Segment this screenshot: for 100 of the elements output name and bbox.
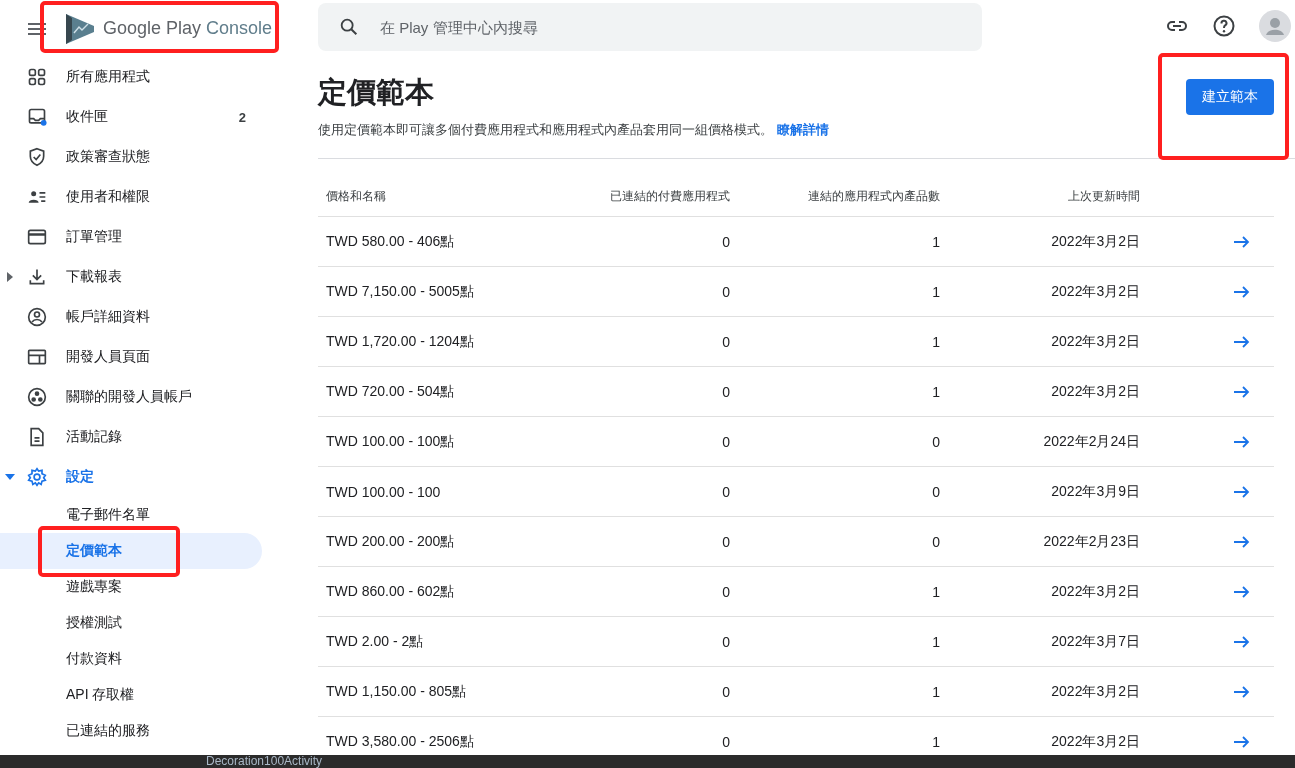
unread-count: 2 bbox=[238, 109, 246, 125]
table-cell-text: TWD 100.00 - 100點 bbox=[325, 432, 456, 451]
table-cell-text: 2022年3月9日 bbox=[1050, 482, 1140, 501]
taskbar-item[interactable]: Decoration100Activity bbox=[206, 755, 323, 768]
create-template-button[interactable]: 建立範本 bbox=[1186, 79, 1274, 115]
table-cell-text: TWD 1,720.00 - 1204點 bbox=[325, 332, 475, 351]
table-cell-text: TWD 1,150.00 - 805點 bbox=[325, 682, 468, 701]
page-title: 定價範本 bbox=[318, 75, 435, 110]
arrow-right-icon[interactable] bbox=[1234, 435, 1250, 448]
arrow-right-icon[interactable] bbox=[1234, 535, 1250, 548]
table-cell-text: TWD 3,580.00 - 2506點 bbox=[325, 732, 475, 751]
nav-subitem[interactable]: 電子郵件名單 bbox=[0, 497, 262, 533]
table-cell-text: 1 bbox=[931, 733, 940, 750]
arrow-right-icon[interactable] bbox=[1234, 335, 1250, 348]
nav-item[interactable]: 下載報表 bbox=[0, 257, 262, 297]
linked-circles-icon bbox=[27, 387, 47, 407]
shield-check-icon bbox=[27, 147, 47, 167]
table-cell-text: 0 bbox=[721, 633, 730, 650]
arrow-right-icon[interactable] bbox=[1234, 585, 1250, 598]
table-cell-text: 2022年3月2日 bbox=[1050, 232, 1140, 251]
column-header: 價格和名稱 bbox=[325, 188, 387, 205]
table-cell-text: 0 bbox=[721, 433, 730, 450]
avatar-icon[interactable] bbox=[1259, 10, 1291, 42]
page-description: 使用定價範本即可讓多個付費應用程式和應用程式內產品套用同一組價格模式。 bbox=[318, 122, 773, 137]
table-cell-text: TWD 720.00 - 504點 bbox=[325, 382, 456, 401]
table-cell-text: TWD 580.00 - 406點 bbox=[325, 232, 456, 251]
table-cell-text: 1 bbox=[931, 283, 940, 300]
table-cell-text: 0 bbox=[721, 533, 730, 550]
table-cell-text: 1 bbox=[931, 383, 940, 400]
table-cell-text: 1 bbox=[931, 633, 940, 650]
nav-item[interactable]: 開發人員頁面 bbox=[0, 337, 262, 377]
table-cell-text: TWD 100.00 - 100 bbox=[325, 483, 442, 500]
arrow-right-icon[interactable] bbox=[1234, 735, 1250, 748]
nav-item[interactable]: 收件匣 2 bbox=[0, 97, 262, 137]
table-cell-text: 2022年3月2日 bbox=[1050, 282, 1140, 301]
arrow-right-icon[interactable] bbox=[1234, 285, 1250, 298]
table-cell-text: 2022年3月2日 bbox=[1050, 732, 1140, 751]
nav-item[interactable]: 活動記錄 bbox=[0, 417, 262, 457]
arrow-right-icon[interactable] bbox=[1234, 235, 1250, 248]
help-icon[interactable] bbox=[1212, 14, 1236, 38]
search-icon bbox=[338, 16, 360, 38]
arrow-right-icon[interactable] bbox=[1234, 485, 1250, 498]
learn-more-link[interactable]: 瞭解詳情 bbox=[776, 122, 829, 137]
column-header: 連結的應用程式內產品數 bbox=[807, 188, 940, 205]
logo-icon bbox=[66, 13, 94, 44]
table-cell-text: TWD 200.00 - 200點 bbox=[325, 532, 456, 551]
nav-item[interactable]: 所有應用程式 bbox=[0, 57, 262, 97]
nav-subitem[interactable]: 付款資料 bbox=[0, 641, 262, 677]
nav-item[interactable]: 使用者和權限 bbox=[0, 177, 262, 217]
table-cell-text: 0 bbox=[721, 583, 730, 600]
nav-subitem[interactable]: 授權測試 bbox=[0, 605, 262, 641]
web-page-icon bbox=[27, 347, 47, 367]
nav-subitem[interactable]: API 存取權 bbox=[0, 677, 262, 713]
nav-item[interactable]: 訂單管理 bbox=[0, 217, 262, 257]
menu-icon[interactable] bbox=[28, 22, 46, 35]
table-cell-text: 0 bbox=[721, 733, 730, 750]
table-cell-text: 2022年3月2日 bbox=[1050, 332, 1140, 351]
table-cell-text: 0 bbox=[721, 233, 730, 250]
table-cell-text: 2022年3月7日 bbox=[1050, 632, 1140, 651]
inbox-icon bbox=[27, 107, 47, 127]
arrow-right-icon[interactable] bbox=[1234, 385, 1250, 398]
column-header: 上次更新時間 bbox=[1067, 188, 1140, 205]
nav-item[interactable]: 關聯的開發人員帳戶 bbox=[0, 377, 262, 417]
table-cell-text: 0 bbox=[931, 533, 940, 550]
download-icon bbox=[27, 267, 47, 287]
document-icon bbox=[27, 427, 47, 447]
table-cell-text: 0 bbox=[721, 383, 730, 400]
nav-item[interactable]: 設定 bbox=[0, 457, 262, 497]
table-cell-text: 1 bbox=[931, 233, 940, 250]
credit-card-icon bbox=[27, 227, 47, 247]
nav-subitem[interactable]: 已連結的服務 bbox=[0, 713, 262, 749]
logo-text: Google Play Console bbox=[103, 18, 273, 39]
caret-icon[interactable] bbox=[4, 474, 15, 480]
table-cell-text: 2022年2月24日 bbox=[1042, 432, 1140, 451]
nav-item[interactable]: 帳戶詳細資料 bbox=[0, 297, 262, 337]
arrow-right-icon[interactable] bbox=[1234, 685, 1250, 698]
table-cell-text: 0 bbox=[931, 433, 940, 450]
table-cell-text: 2022年2月23日 bbox=[1042, 532, 1140, 551]
table-cell-text: 0 bbox=[721, 683, 730, 700]
table-cell-text: TWD 7,150.00 - 5005點 bbox=[325, 282, 475, 301]
table-cell-text: 0 bbox=[721, 333, 730, 350]
table-cell-text: 0 bbox=[721, 283, 730, 300]
table-cell-text: 2022年3月2日 bbox=[1050, 682, 1140, 701]
arrow-right-icon[interactable] bbox=[1234, 635, 1250, 648]
account-circle-icon bbox=[27, 307, 47, 327]
caret-icon[interactable] bbox=[6, 272, 13, 282]
table-cell-text: 0 bbox=[721, 483, 730, 500]
table-cell-text: 2022年3月2日 bbox=[1050, 582, 1140, 601]
nav-subitem[interactable]: 遊戲專案 bbox=[0, 569, 262, 605]
table-cell-text: 1 bbox=[931, 683, 940, 700]
gear-icon bbox=[27, 467, 47, 487]
table-cell-text: TWD 2.00 - 2點 bbox=[325, 632, 425, 651]
table-cell-text: 0 bbox=[931, 483, 940, 500]
table-cell-text: TWD 860.00 - 602點 bbox=[325, 582, 456, 601]
nav-item[interactable]: 政策審查狀態 bbox=[0, 137, 262, 177]
table-cell-text: 1 bbox=[931, 333, 940, 350]
table-cell-text: 1 bbox=[931, 583, 940, 600]
table-cell-text: 2022年3月2日 bbox=[1050, 382, 1140, 401]
nav-subitem[interactable]: 定價範本 bbox=[0, 533, 262, 569]
apps-grid-icon bbox=[27, 67, 47, 87]
